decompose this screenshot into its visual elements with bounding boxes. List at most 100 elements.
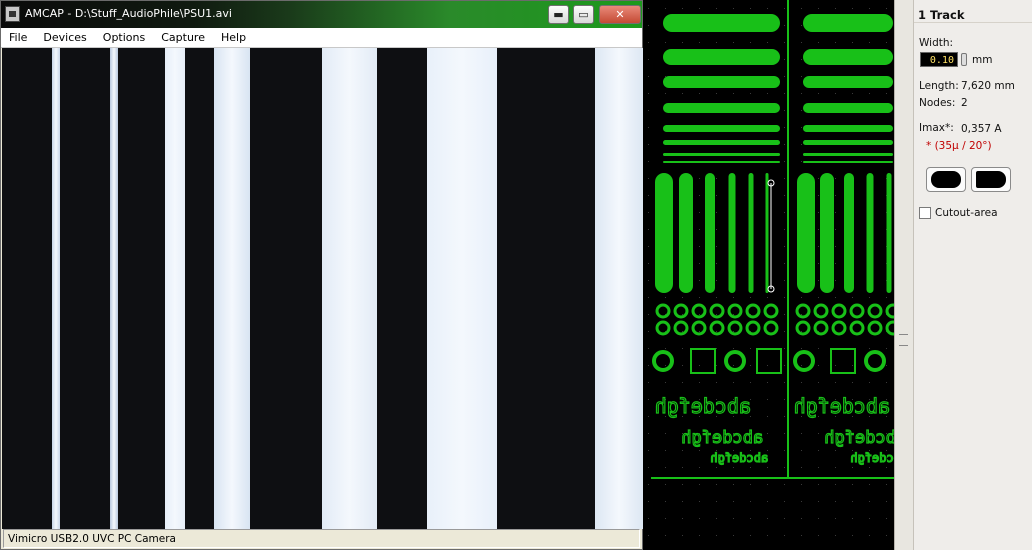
grid-dot (886, 501, 887, 502)
grid-dot (733, 314, 734, 315)
menu-capture[interactable]: Capture (153, 28, 213, 48)
menu-devices[interactable]: Devices (35, 28, 94, 48)
grid-dot (784, 467, 785, 468)
copper-bar (663, 49, 780, 65)
grid-dot (733, 93, 734, 94)
grid-dot (716, 212, 717, 213)
grid-dot (835, 212, 836, 213)
grid-dot (716, 331, 717, 332)
vertical-track (705, 173, 715, 293)
pad (655, 303, 671, 319)
silkscreen-text: abcdefgh (655, 394, 751, 418)
grid-dot (648, 246, 649, 247)
width-input[interactable]: 0.10 (920, 52, 958, 67)
grid-dot (818, 280, 819, 281)
grid-dot (835, 297, 836, 298)
grid-dot (869, 518, 870, 519)
grid-dot (716, 348, 717, 349)
grid-dot (699, 42, 700, 43)
grid-dot (648, 195, 649, 196)
grid-dot (886, 467, 887, 468)
grid-dot (835, 93, 836, 94)
app-icon[interactable] (5, 6, 20, 22)
pad (885, 303, 894, 319)
checkbox-box[interactable] (919, 207, 931, 219)
grid-dot (818, 535, 819, 536)
grid-dot (699, 467, 700, 468)
grid-dot (784, 212, 785, 213)
silkscreen-text: abcdefgh (850, 451, 894, 465)
menu-help[interactable]: Help (213, 28, 254, 48)
grid-dot (716, 484, 717, 485)
copper-bar (663, 161, 780, 163)
grid-dot (835, 365, 836, 366)
title-bar[interactable]: AMCAP - D:\Stuff_AudioPhile\PSU1.avi ▬ ▭… (1, 1, 642, 28)
cutout-area-checkbox[interactable]: Cutout-area (919, 207, 998, 219)
grid-dot (682, 501, 683, 502)
grid-dot (818, 246, 819, 247)
imax-value: 0,357 A (961, 123, 1002, 135)
vertical-track (820, 173, 834, 293)
grid-dot (750, 93, 751, 94)
pad (745, 320, 761, 336)
grid-dot (665, 382, 666, 383)
grid-dot (801, 59, 802, 60)
pcb-canvas[interactable]: abcdefgh abcdefgh abcdefgh abcdefgh abcdefgh… (643, 0, 894, 550)
silkscreen-text: abcdefgh (824, 428, 894, 448)
grid-dot (801, 501, 802, 502)
grid-dot (716, 246, 717, 247)
grid-dot (767, 93, 768, 94)
grid-dot (852, 42, 853, 43)
grid-dot (818, 229, 819, 230)
grid-dot (784, 25, 785, 26)
minimize-button[interactable]: ▬ (548, 5, 569, 24)
close-button[interactable]: ✕ (599, 5, 641, 24)
vertical-scrollbar[interactable] (894, 0, 913, 550)
grid-dot (716, 467, 717, 468)
square-pad (756, 348, 782, 374)
grid-dot (869, 535, 870, 536)
grid-dot (750, 535, 751, 536)
grid-dot (750, 42, 751, 43)
scrollbar-grip[interactable] (899, 334, 908, 346)
grid-dot (818, 484, 819, 485)
menu-options[interactable]: Options (95, 28, 153, 48)
grid-dot (716, 297, 717, 298)
width-spinner[interactable] (961, 53, 967, 66)
width-unit: mm (972, 54, 993, 66)
grid-dot (665, 467, 666, 468)
copper-bar (663, 153, 780, 156)
round-end-button[interactable] (926, 167, 966, 192)
grid-dot (648, 433, 649, 434)
pad (763, 303, 779, 319)
grid-dot (699, 93, 700, 94)
grid-dot (818, 518, 819, 519)
grid-dot (648, 399, 649, 400)
grid-dot (852, 467, 853, 468)
grid-dot (835, 195, 836, 196)
pad (673, 320, 689, 336)
pad (727, 320, 743, 336)
grid-dot (699, 263, 700, 264)
grid-dot (784, 450, 785, 451)
maximize-button[interactable]: ▭ (573, 5, 594, 24)
grid-dot (801, 144, 802, 145)
square-end-icon (976, 171, 1006, 188)
pcb-layout-drawing[interactable]: abcdefgh abcdefgh abcdefgh abcdefgh abcdefgh… (643, 0, 894, 550)
grid-dot (648, 144, 649, 145)
pad (673, 303, 689, 319)
grid-dot (716, 93, 717, 94)
grid-dot (801, 348, 802, 349)
grid-dot (767, 399, 768, 400)
square-end-button[interactable] (971, 167, 1011, 192)
grid-dot (733, 467, 734, 468)
pad (709, 320, 725, 336)
grid-dot (801, 314, 802, 315)
grid-dot (818, 93, 819, 94)
copper-bar (803, 103, 893, 113)
menu-file[interactable]: File (1, 28, 35, 48)
pad (867, 320, 883, 336)
grid-dot (716, 518, 717, 519)
grid-dot (665, 501, 666, 502)
grid-dot (665, 365, 666, 366)
